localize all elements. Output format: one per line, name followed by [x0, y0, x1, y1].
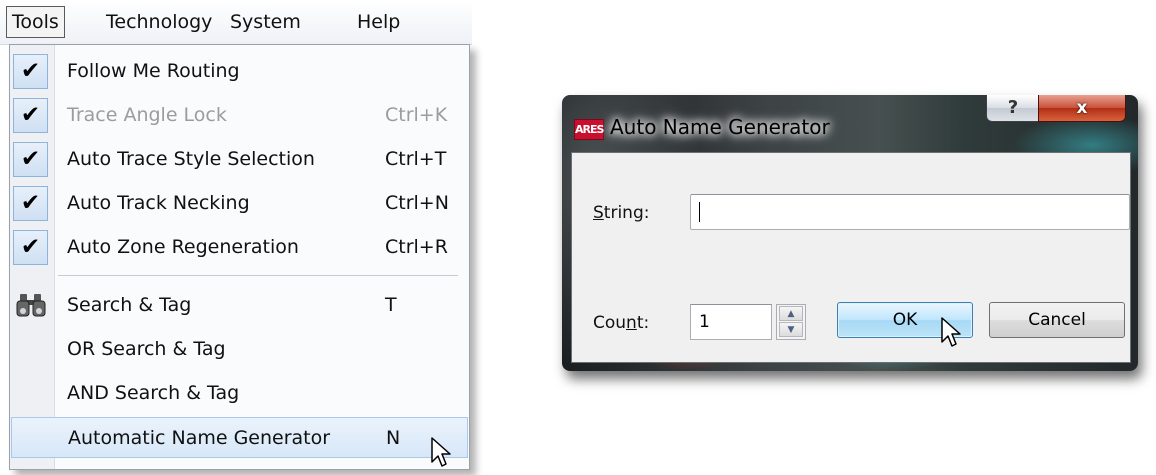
menu-item-label: Automatic Name Generator [68, 427, 331, 449]
menu-item-or-search-and-tag[interactable]: OR Search & Tag [10, 329, 469, 370]
menu-item-label: Follow Me Routing [67, 60, 240, 82]
help-button[interactable]: ? [986, 95, 1040, 122]
menu-item-and-search-and-tag[interactable]: AND Search & Tag [10, 373, 469, 414]
text-caret [699, 202, 700, 222]
dialog-title: Auto Name Generator [610, 115, 830, 139]
menu-separator [58, 275, 458, 276]
checkmark-icon: ✔ [13, 142, 48, 177]
menu-tools[interactable]: Tools [6, 6, 65, 38]
close-button[interactable]: x [1038, 95, 1126, 122]
count-spinner: ▲ ▼ [776, 304, 806, 340]
menu-item-shortcut: Ctrl+T [385, 148, 447, 170]
binoculars-icon [16, 294, 46, 317]
menu-item-trace-angle-lock[interactable]: ✔ Trace Angle Lock Ctrl+K [10, 95, 469, 136]
menu-item-auto-trace-style-selection[interactable]: ✔ Auto Trace Style Selection Ctrl+T [10, 139, 469, 180]
spin-up-arrow-icon[interactable]: ▲ [779, 306, 803, 321]
menu-item-label: AND Search & Tag [67, 382, 240, 404]
checkmark-icon: ✔ [13, 54, 48, 89]
menu-item-label: Auto Trace Style Selection [67, 148, 315, 170]
menu-technology[interactable]: Technology [106, 7, 212, 37]
menu-item-shortcut: Ctrl+K [385, 104, 448, 126]
menu-item-search-and-tag[interactable]: Search & Tag T [10, 285, 469, 326]
mouse-pointer-icon [431, 437, 451, 467]
tools-dropdown-menu: ✔ Follow Me Routing ✔ Trace Angle Lock C… [9, 44, 470, 470]
ares-app-icon: ARES [574, 119, 604, 140]
menu-bar: Tools Technology System Help [0, 0, 472, 45]
checkmark-icon: ✔ [13, 186, 48, 221]
menu-item-follow-me-routing[interactable]: ✔ Follow Me Routing [10, 51, 469, 92]
checkmark-icon: ✔ [13, 98, 48, 133]
spin-down-arrow-icon[interactable]: ▼ [779, 322, 803, 337]
checkmark-icon: ✔ [13, 230, 48, 265]
menu-item-label: OR Search & Tag [67, 338, 226, 360]
count-label: Count: [593, 313, 650, 333]
mouse-pointer-icon [941, 317, 961, 347]
string-label: String: [593, 203, 650, 223]
menu-item-label: Auto Track Necking [67, 192, 250, 214]
menu-item-auto-track-necking[interactable]: ✔ Auto Track Necking Ctrl+N [10, 183, 469, 224]
count-input[interactable]: 1 [690, 304, 772, 340]
menu-system[interactable]: System [230, 7, 301, 37]
menu-item-shortcut: N [386, 427, 401, 449]
menu-item-label: Search & Tag [67, 294, 192, 316]
cancel-button[interactable]: Cancel [989, 302, 1125, 338]
string-input[interactable] [690, 194, 1130, 230]
menu-help[interactable]: Help [357, 7, 400, 37]
menu-item-shortcut: Ctrl+N [385, 192, 449, 214]
menu-item-label: Auto Zone Regeneration [67, 236, 299, 258]
menu-item-auto-zone-regeneration[interactable]: ✔ Auto Zone Regeneration Ctrl+R [10, 227, 469, 268]
menu-item-automatic-name-generator[interactable]: Automatic Name Generator N [11, 417, 468, 458]
menu-item-shortcut: T [385, 294, 397, 316]
menu-item-label: Trace Angle Lock [67, 104, 227, 126]
menu-item-shortcut: Ctrl+R [385, 236, 448, 258]
dialog-titlebar[interactable]: ARES Auto Name Generator ? x [562, 95, 1138, 151]
